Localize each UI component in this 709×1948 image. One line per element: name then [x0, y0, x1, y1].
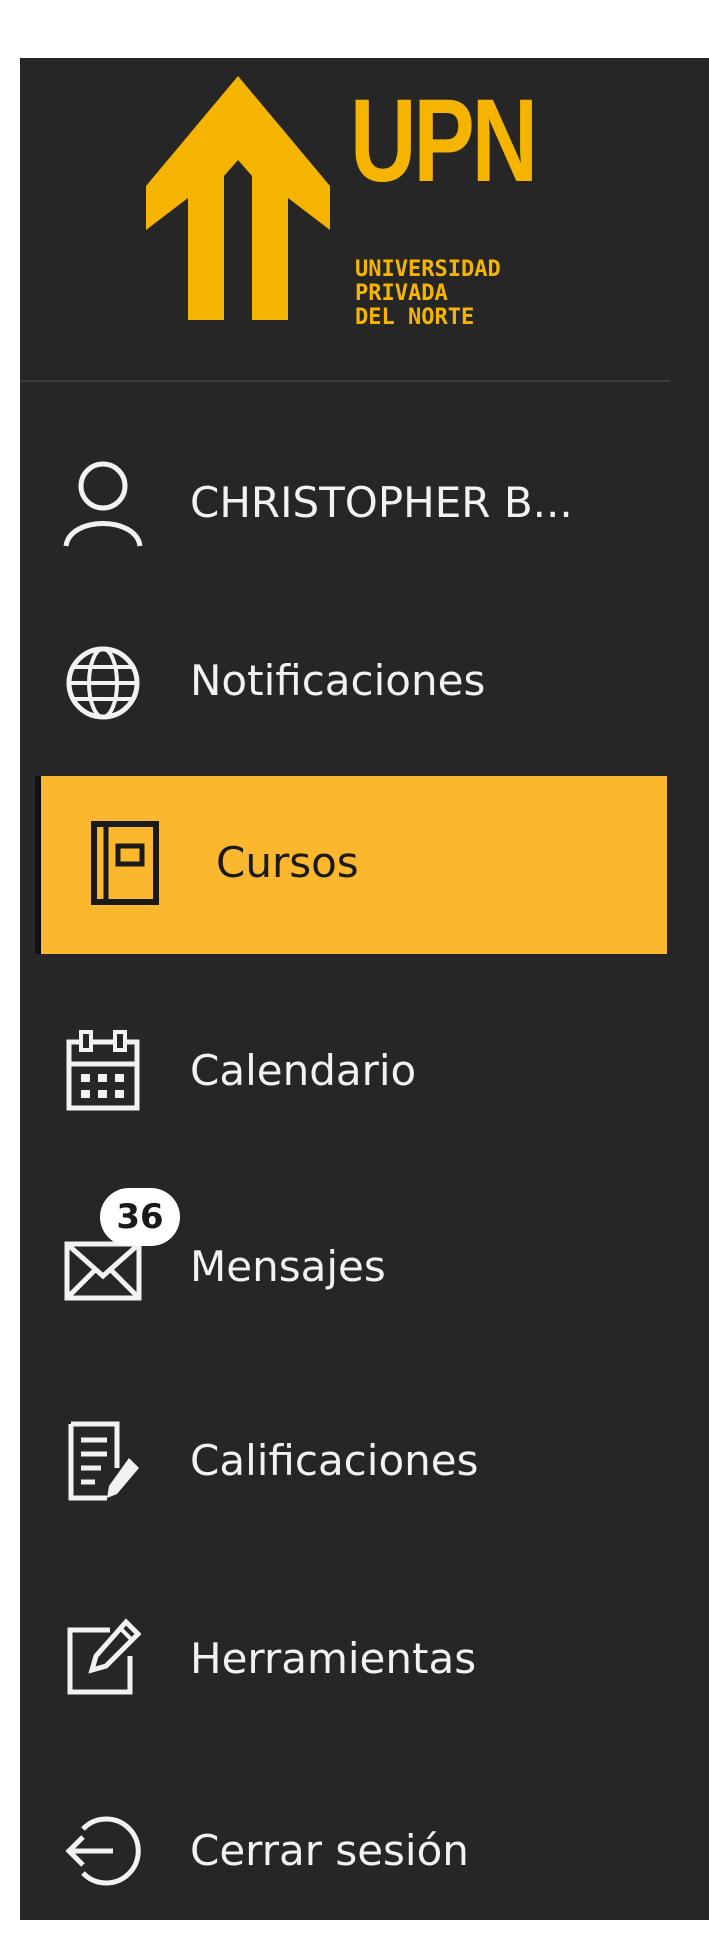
nav-item-calendar-label: Calendario	[190, 1046, 417, 1095]
nav-item-tools-label: Herramientas	[190, 1634, 477, 1683]
nav-item-messages-label: Mensajes	[190, 1242, 386, 1291]
upn-arrow-logo-icon	[146, 76, 330, 320]
globe-icon	[58, 638, 148, 728]
user-icon	[58, 458, 148, 548]
nav-item-messages[interactable]: 36 Mensajes	[20, 1188, 670, 1360]
nav-item-grades-label: Calificaciones	[190, 1436, 479, 1485]
logo-divider	[20, 380, 670, 382]
nav-item-notifications[interactable]: Notificaciones	[20, 628, 670, 774]
nav-item-tools[interactable]: Herramientas	[20, 1606, 670, 1752]
logo-university-name: UNIVERSIDAD PRIVADA DEL NORTE	[355, 258, 501, 330]
logo-line-1: UNIVERSIDAD	[355, 257, 501, 282]
nav-item-calendar[interactable]: Calendario	[20, 1018, 670, 1164]
upn-logo[interactable]: UPN UNIVERSIDAD PRIVADA DEL NORTE	[20, 58, 709, 380]
grades-icon	[58, 1416, 148, 1506]
nav-item-grades[interactable]: Calificaciones	[20, 1408, 670, 1554]
nav-item-user[interactable]: CHRISTOPHER B...	[20, 438, 670, 584]
nav-item-logout[interactable]: Cerrar sesión	[20, 1802, 670, 1948]
logo-line-3: DEL NORTE	[355, 305, 475, 330]
sidebar: UPN UNIVERSIDAD PRIVADA DEL NORTE CHRIST…	[20, 58, 709, 1920]
logout-icon	[58, 1806, 148, 1896]
logo-line-2: PRIVADA	[355, 281, 448, 306]
edit-icon	[58, 1612, 148, 1702]
nav-item-user-label: CHRISTOPHER B...	[190, 478, 573, 527]
logo-brand-name: UPN	[350, 75, 538, 207]
nav-item-courses-label: Cursos	[216, 838, 359, 887]
nav-item-courses[interactable]: Cursos	[35, 776, 667, 954]
nav-item-logout-label: Cerrar sesión	[190, 1826, 469, 1875]
messages-unread-badge: 36	[100, 1188, 180, 1246]
calendar-icon	[58, 1026, 148, 1116]
nav-item-notifications-label: Notificaciones	[190, 656, 486, 705]
book-icon	[81, 818, 171, 908]
